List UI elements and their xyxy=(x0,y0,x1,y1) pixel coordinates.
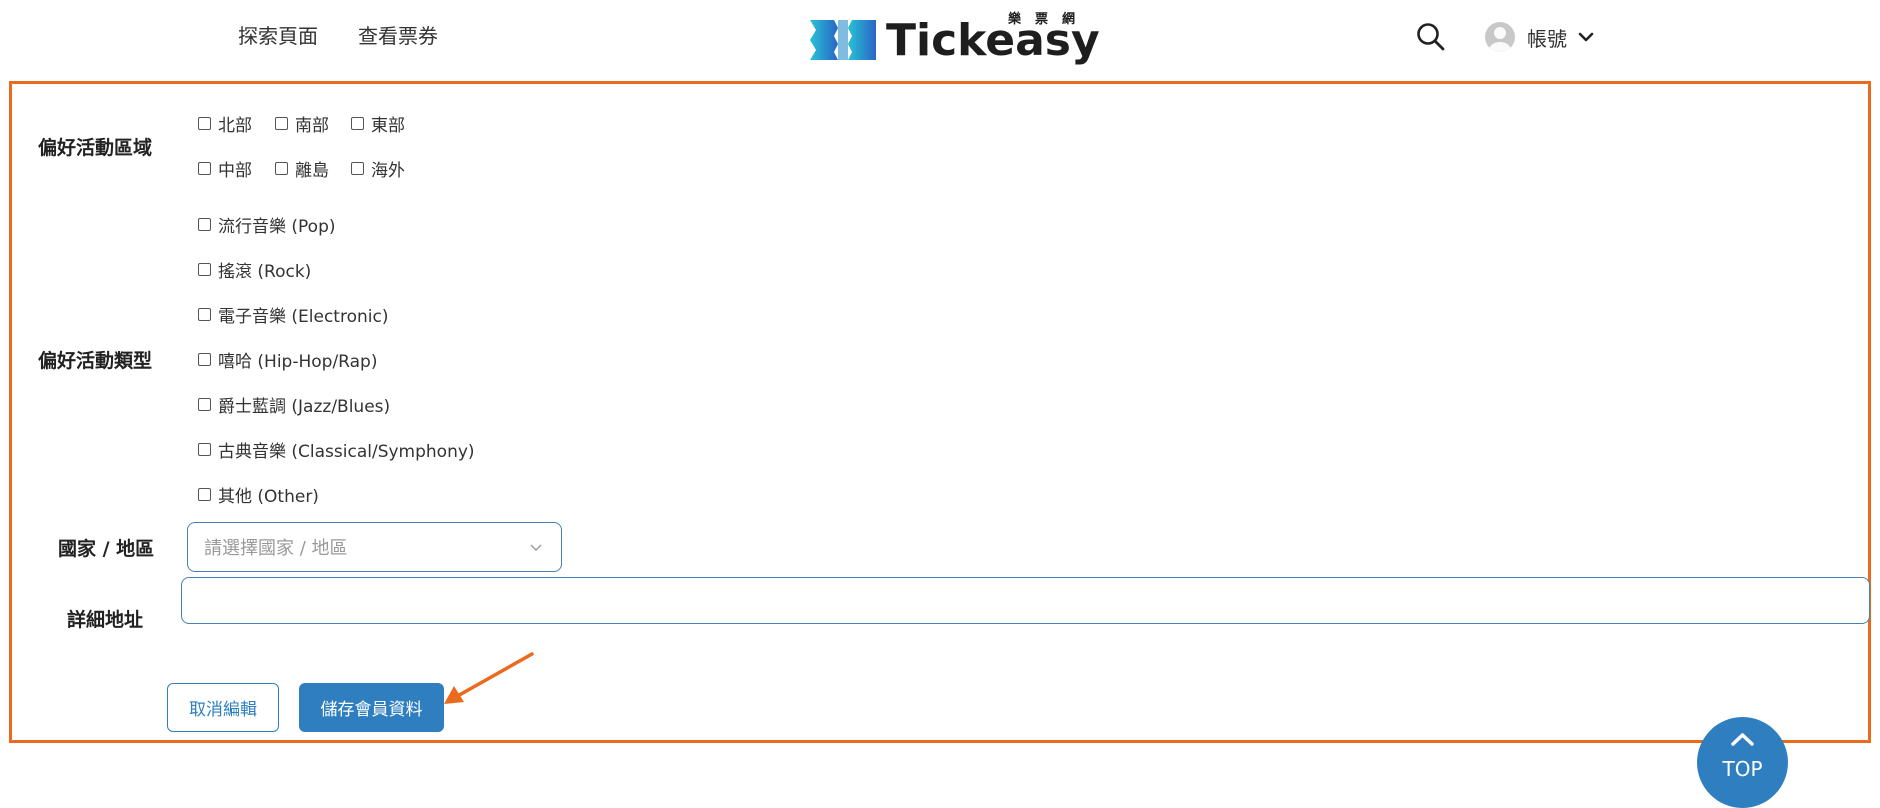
checkbox[interactable] xyxy=(198,117,211,130)
logo-mark-icon xyxy=(810,20,876,60)
checkbox[interactable] xyxy=(275,162,288,175)
region-option-overseas[interactable]: 海外 xyxy=(351,156,405,181)
country-select[interactable]: 請選擇國家 / 地區 xyxy=(187,522,562,572)
chevron-down-icon xyxy=(1578,32,1594,42)
option-label: 東部 xyxy=(371,116,405,136)
region-option-east[interactable]: 東部 xyxy=(351,111,405,136)
user-icon xyxy=(1489,27,1511,52)
checkbox[interactable] xyxy=(351,117,364,130)
account-label: 帳號 xyxy=(1527,26,1567,51)
checkbox[interactable] xyxy=(198,308,211,321)
option-label: 中部 xyxy=(218,161,252,181)
account-menu[interactable]: 帳號 xyxy=(1485,20,1595,54)
genre-option-pop[interactable]: 流行音樂 (Pop) xyxy=(198,212,336,237)
checkbox[interactable] xyxy=(275,117,288,130)
genre-option-other[interactable]: 其他 (Other) xyxy=(198,482,319,507)
address-input[interactable] xyxy=(181,577,1870,624)
country-label: 國家 / 地區 xyxy=(58,538,155,560)
nav-explore[interactable]: 探索頁面 xyxy=(238,20,318,49)
checkbox[interactable] xyxy=(198,353,211,366)
logo-subtitle: 樂票網 xyxy=(1008,12,1090,27)
checkbox[interactable] xyxy=(198,263,211,276)
checkbox[interactable] xyxy=(198,162,211,175)
nav-tickets[interactable]: 查看票券 xyxy=(358,20,438,49)
region-option-central[interactable]: 中部 xyxy=(198,156,252,181)
genre-label: 偏好活動類型 xyxy=(38,350,153,372)
option-label: 其他 (Other) xyxy=(218,487,319,507)
country-placeholder: 請選擇國家 / 地區 xyxy=(204,538,348,559)
option-label: 南部 xyxy=(295,116,329,136)
region-label: 偏好活動區域 xyxy=(38,137,153,159)
checkbox[interactable] xyxy=(198,218,211,231)
save-profile-button[interactable]: 儲存會員資料 xyxy=(299,683,444,732)
region-option-south[interactable]: 南部 xyxy=(275,111,329,136)
region-option-north[interactable]: 北部 xyxy=(198,111,252,136)
back-to-top-button[interactable]: TOP xyxy=(1697,717,1788,808)
region-option-islands[interactable]: 離島 xyxy=(275,156,329,181)
option-label: 古典音樂 (Classical/Symphony) xyxy=(218,442,475,462)
option-label: 北部 xyxy=(218,116,252,136)
top-label: TOP xyxy=(1722,757,1763,781)
cancel-edit-button[interactable]: 取消編輯 xyxy=(167,683,279,732)
chevron-down-icon xyxy=(530,544,542,551)
address-label: 詳細地址 xyxy=(67,609,144,631)
option-label: 搖滾 (Rock) xyxy=(218,262,312,282)
checkbox[interactable] xyxy=(198,488,211,501)
avatar xyxy=(1485,22,1515,52)
option-label: 離島 xyxy=(295,161,329,181)
checkbox[interactable] xyxy=(198,443,211,456)
genre-option-classical[interactable]: 古典音樂 (Classical/Symphony) xyxy=(198,437,475,462)
tickeasy-logo[interactable]: Tickeasy 樂票網 xyxy=(808,6,1100,66)
genre-option-electronic[interactable]: 電子音樂 (Electronic) xyxy=(198,302,388,327)
genre-option-hiphop[interactable]: 嘻哈 (Hip-Hop/Rap) xyxy=(198,347,377,372)
annotation-arrow-icon xyxy=(444,652,534,704)
search-icon[interactable] xyxy=(1416,22,1446,52)
option-label: 流行音樂 (Pop) xyxy=(218,217,336,237)
option-label: 爵士藍調 (Jazz/Blues) xyxy=(218,397,391,417)
genre-option-jazz[interactable]: 爵士藍調 (Jazz/Blues) xyxy=(198,392,390,417)
checkbox[interactable] xyxy=(351,162,364,175)
option-label: 電子音樂 (Electronic) xyxy=(218,307,389,327)
checkbox[interactable] xyxy=(198,398,211,411)
genre-option-rock[interactable]: 搖滾 (Rock) xyxy=(198,257,311,282)
option-label: 嘻哈 (Hip-Hop/Rap) xyxy=(218,352,378,372)
option-label: 海外 xyxy=(371,161,405,181)
chevron-up-icon xyxy=(1731,733,1754,746)
